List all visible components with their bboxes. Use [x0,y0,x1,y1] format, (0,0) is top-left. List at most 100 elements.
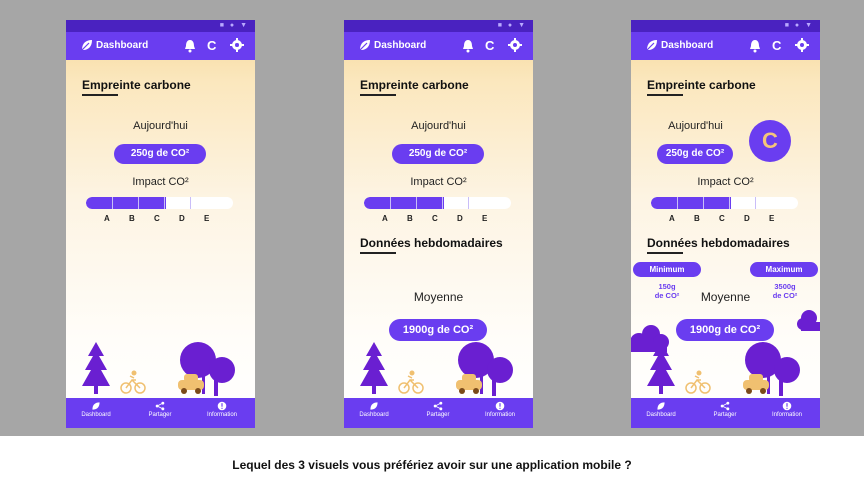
leaf-icon [657,402,665,410]
nav-information[interactable]: Information [470,401,530,418]
weekly-underline [360,252,396,254]
average-value-pill: 1900g de CO² [676,319,774,341]
nav-information[interactable]: Information [192,401,252,418]
nav-share[interactable]: Partager [408,401,468,418]
bar-divider [112,197,113,209]
status-bar: ■ ● ▼ [631,20,820,32]
scale-letter: D [457,214,463,223]
bell-icon[interactable] [462,39,474,53]
bell-icon[interactable] [749,39,761,53]
today-label: Aujourd'hui [411,120,466,132]
section-title: Empreinte carbone [360,78,469,92]
average-label: Moyenne [700,290,751,304]
leaf-icon [370,402,378,410]
app-bar: Dashboard C [631,32,820,60]
refresh-icon[interactable]: C [485,38,494,53]
today-value-pill: 250g de CO² [657,144,733,164]
nature-illustration [82,342,235,396]
weekly-title: Données hebdomadaires [360,236,503,250]
phone-mockup-2: ■ ● ▼ Dashboard C Empreinte carbone Aujo… [344,20,533,428]
scale-letter: B [407,214,413,223]
pine-tree [82,342,110,386]
scale-letter: E [204,214,210,223]
bar-divider [703,197,704,209]
nav-label: Partager [426,412,450,418]
nav-label: Information [771,412,802,418]
scale-letter: C [719,214,725,223]
section-title: Empreinte carbone [647,78,756,92]
impact-label: Impact CO² [410,176,467,188]
nav-dashboard[interactable]: Dashboard [66,401,126,418]
info-icon [495,401,505,411]
share-icon [720,401,730,411]
survey-question: Lequel des 3 visuels vous préfériez avoi… [232,458,632,472]
nav-label: Dashboard [646,412,676,418]
scale-letter: A [669,214,675,223]
gear-icon[interactable] [230,38,244,52]
scale-letter: C [154,214,160,223]
bar-divider [468,197,469,209]
nav-label: Information [484,412,515,418]
refresh-icon[interactable]: C [772,38,781,53]
scale-letter: D [744,214,750,223]
gear-icon[interactable] [795,38,809,52]
nav-dashboard[interactable]: Dashboard [631,401,691,418]
minimum-pill: Minimum [633,262,701,277]
scale-letter: E [482,214,488,223]
grade-badge: C [749,120,791,162]
leaf-icon [81,40,92,51]
title-underline [647,94,683,96]
nav-label: Partager [713,412,737,418]
impact-bar-fill [651,197,731,209]
app-bar: Dashboard C [344,32,533,60]
nav-share[interactable]: Partager [695,401,755,418]
bar-divider [138,197,139,209]
bell-icon[interactable] [184,39,196,53]
bar-divider [164,197,165,209]
cloud-right [797,310,820,331]
scale-letter: A [382,214,388,223]
app-bar: Dashboard C [66,32,255,60]
today-label: Aujourd'hui [133,120,188,132]
info-icon [782,401,792,411]
leaf-icon [92,402,100,410]
impact-bar-fill [364,197,444,209]
nature-illustration [647,342,800,396]
leaf-icon [359,40,370,51]
average-label: Moyenne [413,290,464,304]
nature-illustration [360,342,513,396]
average-value-pill: 1900g de CO² [389,319,487,341]
nav-dashboard[interactable]: Dashboard [344,401,404,418]
maximum-pill: Maximum [750,262,818,277]
weekly-title: Données hebdomadaires [647,236,790,250]
status-bar: ■ ● ▼ [344,20,533,32]
today-value-pill: 250g de CO² [114,144,206,164]
status-icons: ■ ● ▼ [219,22,249,29]
status-icons: ■ ● ▼ [497,22,527,29]
scale-letter: E [769,214,775,223]
section-title: Empreinte carbone [82,78,191,92]
app-title: Dashboard [374,40,427,51]
phone-mockup-3: ■ ● ▼ Dashboard C Empreinte carbone Aujo… [631,20,820,428]
title-underline [82,94,118,96]
gear-icon[interactable] [508,38,522,52]
today-value-pill: 250g de CO² [392,144,484,164]
nav-label: Partager [148,412,172,418]
impact-label: Impact CO² [697,176,754,188]
nav-information[interactable]: Information [757,401,817,418]
phone-mockup-1: ■ ● ▼ Dashboard C Empreinte carbone Aujo… [66,20,255,428]
share-icon [155,401,165,411]
scale-letter: D [179,214,185,223]
refresh-icon[interactable]: C [207,38,216,53]
info-icon [217,401,227,411]
nav-share[interactable]: Partager [130,401,190,418]
nav-label: Information [206,412,237,418]
bar-divider [729,197,730,209]
scale-letter: A [104,214,110,223]
pine-tree [647,342,675,386]
weekly-underline [647,252,683,254]
bottom-nav: Dashboard Partager Information [66,398,255,428]
title-underline [360,94,396,96]
nav-label: Dashboard [359,412,389,418]
status-icons: ■ ● ▼ [784,22,814,29]
